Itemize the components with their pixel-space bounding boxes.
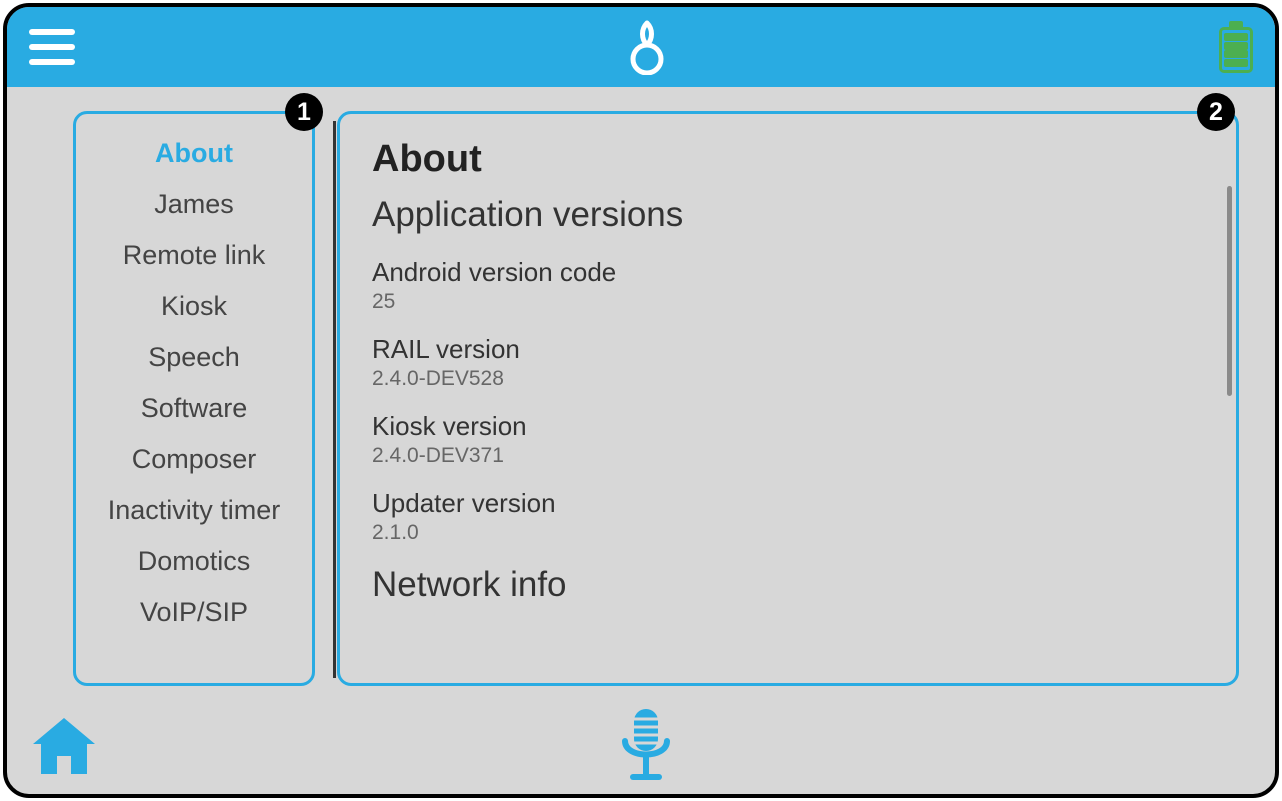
content-panel[interactable]: About Application versions Android versi…	[337, 111, 1239, 686]
battery-icon	[1219, 21, 1253, 73]
sidebar-item-inactivity-timer[interactable]: Inactivity timer	[76, 485, 312, 536]
version-row: Android version code25	[372, 257, 1204, 314]
callout-badge-1: 1	[285, 93, 323, 131]
version-row: Kiosk version2.4.0-DEV371	[372, 411, 1204, 468]
sidebar-item-speech[interactable]: Speech	[76, 332, 312, 383]
version-value: 2.4.0-DEV528	[372, 367, 1204, 391]
callout-badge-2: 2	[1197, 93, 1235, 131]
version-row: Updater version2.1.0	[372, 488, 1204, 545]
sidebar-item-voip-sip[interactable]: VoIP/SIP	[76, 587, 312, 638]
sidebar-item-about[interactable]: About	[76, 128, 312, 179]
version-value: 25	[372, 290, 1204, 314]
version-row: RAIL version2.4.0-DEV528	[372, 334, 1204, 391]
page-title: About	[372, 138, 1204, 181]
device-frame: AboutJamesRemote linkKioskSpeechSoftware…	[3, 3, 1279, 798]
panel-divider	[333, 121, 336, 678]
sidebar-item-domotics[interactable]: Domotics	[76, 536, 312, 587]
version-label: Kiosk version	[372, 411, 1204, 442]
sidebar-item-remote-link[interactable]: Remote link	[76, 230, 312, 281]
scrollbar-thumb[interactable]	[1227, 186, 1232, 396]
sidebar-item-james[interactable]: James	[76, 179, 312, 230]
main-area: AboutJamesRemote linkKioskSpeechSoftware…	[7, 87, 1275, 698]
version-value: 2.4.0-DEV371	[372, 444, 1204, 468]
top-bar	[7, 7, 1275, 87]
microphone-button[interactable]	[619, 707, 673, 785]
sidebar-item-software[interactable]: Software	[76, 383, 312, 434]
section-heading-versions: Application versions	[372, 195, 1204, 235]
app-logo-icon	[627, 19, 667, 75]
menu-button[interactable]	[29, 29, 75, 65]
version-value: 2.1.0	[372, 521, 1204, 545]
version-label: Updater version	[372, 488, 1204, 519]
settings-sidebar[interactable]: AboutJamesRemote linkKioskSpeechSoftware…	[73, 111, 315, 686]
version-label: RAIL version	[372, 334, 1204, 365]
bottom-bar	[7, 698, 1275, 794]
home-button[interactable]	[29, 714, 99, 778]
sidebar-item-kiosk[interactable]: Kiosk	[76, 281, 312, 332]
section-heading-network: Network info	[372, 565, 1204, 605]
sidebar-item-composer[interactable]: Composer	[76, 434, 312, 485]
version-label: Android version code	[372, 257, 1204, 288]
